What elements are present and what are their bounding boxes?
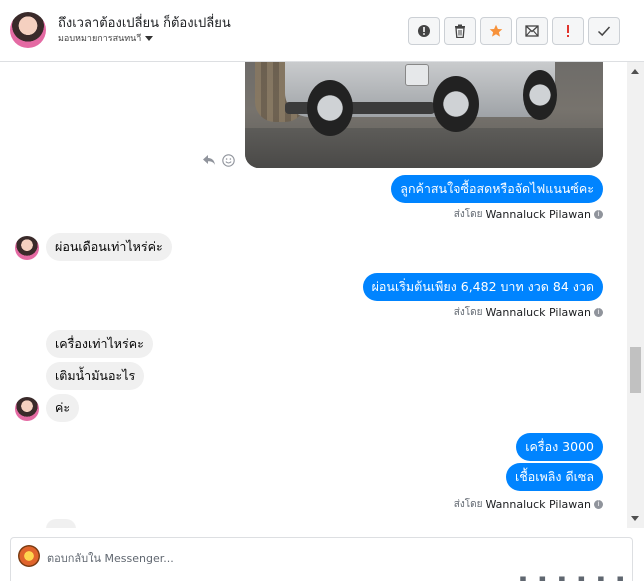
sent-by-label: ส่งโดย Wannaluck Pilawan i	[454, 305, 603, 320]
reply-icon[interactable]	[202, 154, 216, 166]
exclamation-icon	[567, 25, 569, 37]
scrollbar-thumb[interactable]	[630, 347, 641, 393]
incoming-message[interactable]: เครื่องเท่าไหร่คะ	[46, 330, 153, 358]
incoming-message[interactable]: เติมน้ำมันอะไร	[46, 362, 145, 390]
thread-scrollbar[interactable]	[627, 62, 644, 528]
emoji-icon[interactable]: ▪	[578, 572, 585, 581]
photo-car-lamp	[405, 64, 429, 86]
reply-composer: ตอบกลับใน Messenger... ▪ ▪ ▪ ▪ ▪ ▪	[10, 537, 633, 581]
page-avatar	[18, 545, 40, 567]
contact-avatar-small[interactable]	[15, 236, 39, 260]
star-icon	[489, 24, 503, 37]
shared-car-photo[interactable]	[245, 62, 603, 168]
more-icon[interactable]: ▪	[617, 572, 624, 581]
photo-car-wheel	[523, 70, 557, 120]
smile-icon[interactable]	[222, 154, 235, 167]
sent-by-label: ส่งโดย Wannaluck Pilawan i	[454, 497, 603, 512]
delete-button[interactable]	[444, 17, 476, 45]
gif-icon[interactable]: ▪	[558, 572, 565, 581]
conversation-header: ถึงเวลาต้องเปลี่ยน ก็ต้องเปลี่ยน มอบหมาย…	[0, 0, 644, 62]
contact-avatar[interactable]	[10, 12, 46, 48]
follow-up-button[interactable]	[552, 17, 584, 45]
message-thread: ลูกค้าสนใจซื้อสดหรือจัดไฟแนนซ์คะ ส่งโดย …	[0, 62, 627, 528]
tag-icon[interactable]: ▪	[539, 572, 546, 581]
info-icon[interactable]: i	[594, 500, 603, 509]
sent-by-author[interactable]: Wannaluck Pilawan	[486, 498, 592, 511]
sent-by-author[interactable]: Wannaluck Pilawan	[486, 306, 592, 319]
outgoing-message[interactable]: ผ่อนเริ่มต้นเพียง 6,482 บาท งวด 84 งวด	[362, 273, 603, 301]
incoming-message[interactable]: ผ่อนเดือนเท่าไหร่ค่ะ	[46, 233, 172, 261]
composer-toolbar: ▪ ▪ ▪ ▪ ▪ ▪	[519, 572, 624, 581]
mark-spam-button[interactable]	[408, 17, 440, 45]
chevron-down-icon	[145, 35, 154, 41]
outgoing-message[interactable]: เชื้อเพลิง ดีเซล	[505, 463, 603, 491]
contact-avatar-small[interactable]	[15, 397, 39, 421]
photo-car-wheel	[307, 80, 353, 136]
sent-by-prefix: ส่งโดย	[453, 499, 483, 510]
alert-circle-icon	[418, 25, 430, 37]
star-button[interactable]	[480, 17, 512, 45]
assign-label: มอบหมายการสนทนาี	[58, 34, 142, 44]
sent-by-author[interactable]: Wannaluck Pilawan	[486, 208, 592, 221]
reply-input[interactable]: ตอบกลับใน Messenger...	[47, 549, 174, 567]
envelope-icon	[525, 25, 539, 37]
partial-message-bubble	[46, 519, 76, 528]
attach-icon[interactable]: ▪	[519, 572, 526, 581]
scroll-down-arrow-icon[interactable]	[631, 516, 639, 521]
trash-icon	[455, 24, 465, 38]
info-icon[interactable]: i	[594, 210, 603, 219]
sent-by-prefix: ส่งโดย	[453, 209, 483, 220]
sent-by-label: ส่งโดย Wannaluck Pilawan i	[454, 207, 603, 222]
incoming-message[interactable]: ค่ะ	[46, 394, 80, 422]
assign-conversation-dropdown[interactable]: มอบหมายการสนทนาี	[58, 31, 154, 45]
photo-car-wheel	[433, 76, 479, 132]
outgoing-message[interactable]: ลูกค้าสนใจซื้อสดหรือจัดไฟแนนซ์คะ	[391, 175, 603, 203]
like-icon[interactable]: ▪	[597, 572, 604, 581]
info-icon[interactable]: i	[594, 308, 603, 317]
check-icon	[597, 26, 611, 37]
sent-by-prefix: ส่งโดย	[453, 307, 483, 318]
outgoing-message[interactable]: เครื่อง 3000	[516, 433, 603, 461]
mark-unread-button[interactable]	[516, 17, 548, 45]
photo-floor	[245, 128, 603, 168]
scroll-up-arrow-icon[interactable]	[631, 69, 639, 74]
message-actions	[202, 154, 235, 167]
conversation-title: ถึงเวลาต้องเปลี่ยน ก็ต้องเปลี่ยน	[58, 16, 231, 31]
mark-done-button[interactable]	[588, 17, 620, 45]
